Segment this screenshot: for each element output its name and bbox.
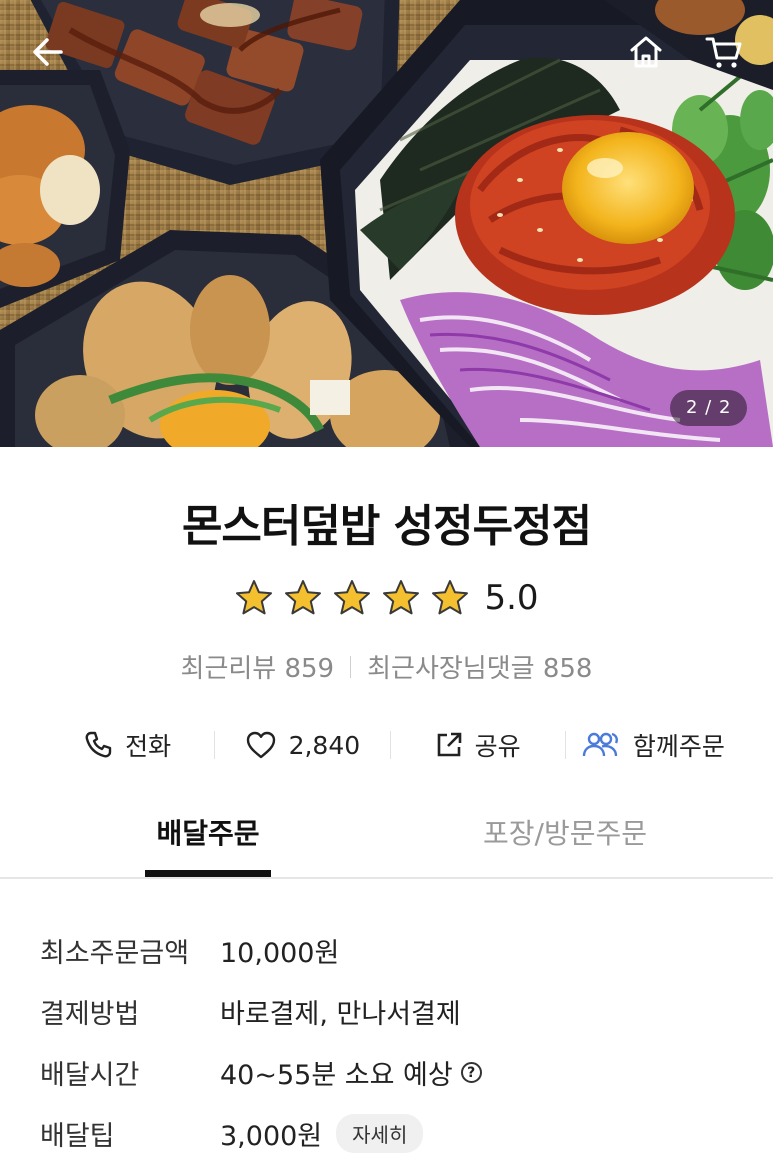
divider xyxy=(350,655,352,678)
cart-icon xyxy=(705,37,742,68)
star-icon xyxy=(285,580,322,615)
owner-replies-count[interactable]: 최근사장님댓글 858 xyxy=(367,648,592,685)
store-photo-carousel[interactable]: 2 / 2 xyxy=(0,0,773,447)
star-icon xyxy=(236,580,273,615)
group-order-button[interactable]: 함께주문 xyxy=(566,727,740,763)
tabs-divider xyxy=(0,877,773,879)
min-order-value: 10,000원 xyxy=(220,938,340,969)
home-icon xyxy=(630,36,662,68)
star-icon xyxy=(432,580,469,615)
payment-row: 결제방법 바로결제, 만나서결제 xyxy=(40,981,740,1042)
share-label: 공유 xyxy=(474,732,521,761)
store-name: 몬스터덮밥 성정두정점 xyxy=(181,501,592,552)
delivery-tip-label: 배달팁 xyxy=(40,1121,115,1152)
help-icon[interactable]: ? xyxy=(460,1062,482,1083)
home-button[interactable] xyxy=(620,26,672,78)
tab-delivery[interactable]: 배달주문 xyxy=(145,812,271,878)
image-counter: 2 / 2 xyxy=(670,390,748,426)
heart-icon xyxy=(246,731,275,759)
group-order-label: 함께주문 xyxy=(632,732,725,761)
delivery-info: 최소주문금액 10,000원 결제방법 바로결제, 만나서결제 배달시간 40~… xyxy=(40,920,740,1164)
delivery-tip-detail-button[interactable]: 자세히 xyxy=(336,1114,424,1153)
like-button[interactable]: 2,840 xyxy=(215,730,389,760)
star-rating xyxy=(234,578,470,618)
recent-reviews-count[interactable]: 최근리뷰 859 xyxy=(181,648,335,685)
share-icon xyxy=(437,732,461,757)
min-order-row: 최소주문금액 10,000원 xyxy=(40,920,740,981)
arrow-left-icon xyxy=(33,38,63,66)
share-button[interactable]: 공유 xyxy=(391,727,565,763)
delivery-tip-value: 3,000원 xyxy=(220,1121,323,1152)
store-actions: 전화 2,840 공유 함께주문 xyxy=(40,720,740,770)
delivery-time-row: 배달시간 40~55분 소요 예상 ? xyxy=(40,1042,740,1103)
order-type-tabs: 배달주문 포장/방문주문 xyxy=(0,812,773,878)
tab-pickup[interactable]: 포장/방문주문 xyxy=(470,812,660,878)
active-tab-indicator xyxy=(145,870,271,877)
review-summary: 최근리뷰 859 최근사장님댓글 858 xyxy=(0,648,773,685)
star-icon xyxy=(334,580,371,615)
back-button[interactable] xyxy=(22,26,74,78)
delivery-tip-row: 배달팁 3,000원 자세히 xyxy=(40,1103,740,1164)
payment-value: 바로결제, 만나서결제 xyxy=(220,999,461,1030)
like-count: 2,840 xyxy=(288,730,361,760)
min-order-label: 최소주문금액 xyxy=(40,938,190,969)
cart-button[interactable] xyxy=(698,26,750,78)
delivery-time-label: 배달시간 xyxy=(40,1060,140,1091)
rating-row: 5.0 xyxy=(0,578,773,618)
delivery-tip-value-wrap: 3,000원 자세히 xyxy=(220,1114,424,1153)
delivery-time-value: 40~55분 소요 예상 xyxy=(220,1060,453,1091)
rating-value: 5.0 xyxy=(484,578,539,618)
delivery-time-value-wrap: 40~55분 소요 예상 ? xyxy=(220,1053,482,1092)
group-order-icon xyxy=(582,732,618,757)
payment-label: 결제방법 xyxy=(40,999,140,1030)
phone-icon xyxy=(85,731,112,758)
star-icon xyxy=(383,580,420,615)
call-label: 전화 xyxy=(125,732,172,761)
call-button[interactable]: 전화 xyxy=(40,727,214,763)
